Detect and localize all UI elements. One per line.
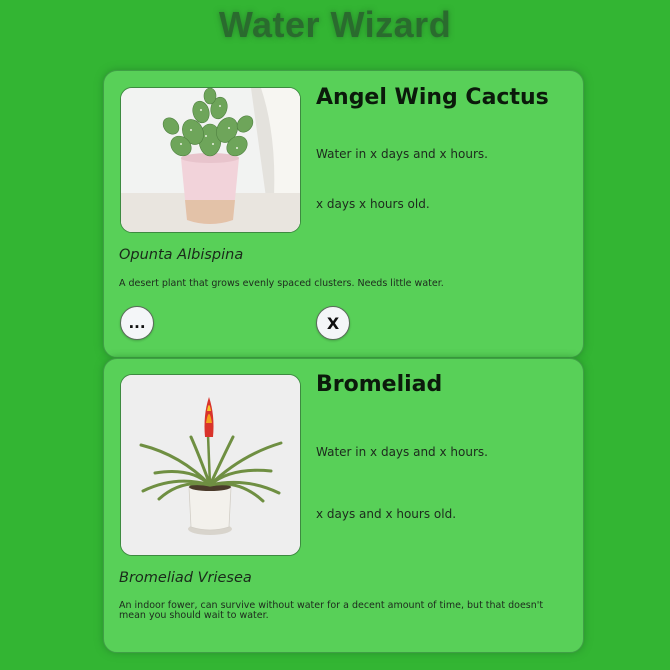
scientific-name: Bromeliad Vriesea (119, 570, 252, 586)
plant-image (120, 374, 301, 556)
watering-countdown: Water in x days and x hours. (316, 147, 488, 161)
plant-card: Bromeliad Water in x days and x hours. x… (103, 358, 584, 653)
scientific-name: Opunta Albispina (119, 247, 244, 263)
app-title: Water Wizard (218, 4, 452, 45)
plant-image (120, 87, 301, 233)
plant-card: Angel Wing Cactus Water in x days and x … (103, 70, 584, 358)
plant-name: Bromeliad (316, 372, 443, 397)
delete-plant-button[interactable]: X (316, 306, 350, 340)
plant-age: x days x hours old. (316, 197, 430, 211)
watering-countdown: Water in x days and x hours. (316, 445, 488, 459)
plant-name: Angel Wing Cactus (316, 85, 549, 110)
more-options-button[interactable]: ... (120, 306, 154, 340)
plant-description: An indoor fower, can survive without wat… (119, 600, 544, 621)
plant-description: A desert plant that grows evenly spaced … (119, 278, 444, 289)
plant-age: x days and x hours old. (316, 507, 457, 521)
